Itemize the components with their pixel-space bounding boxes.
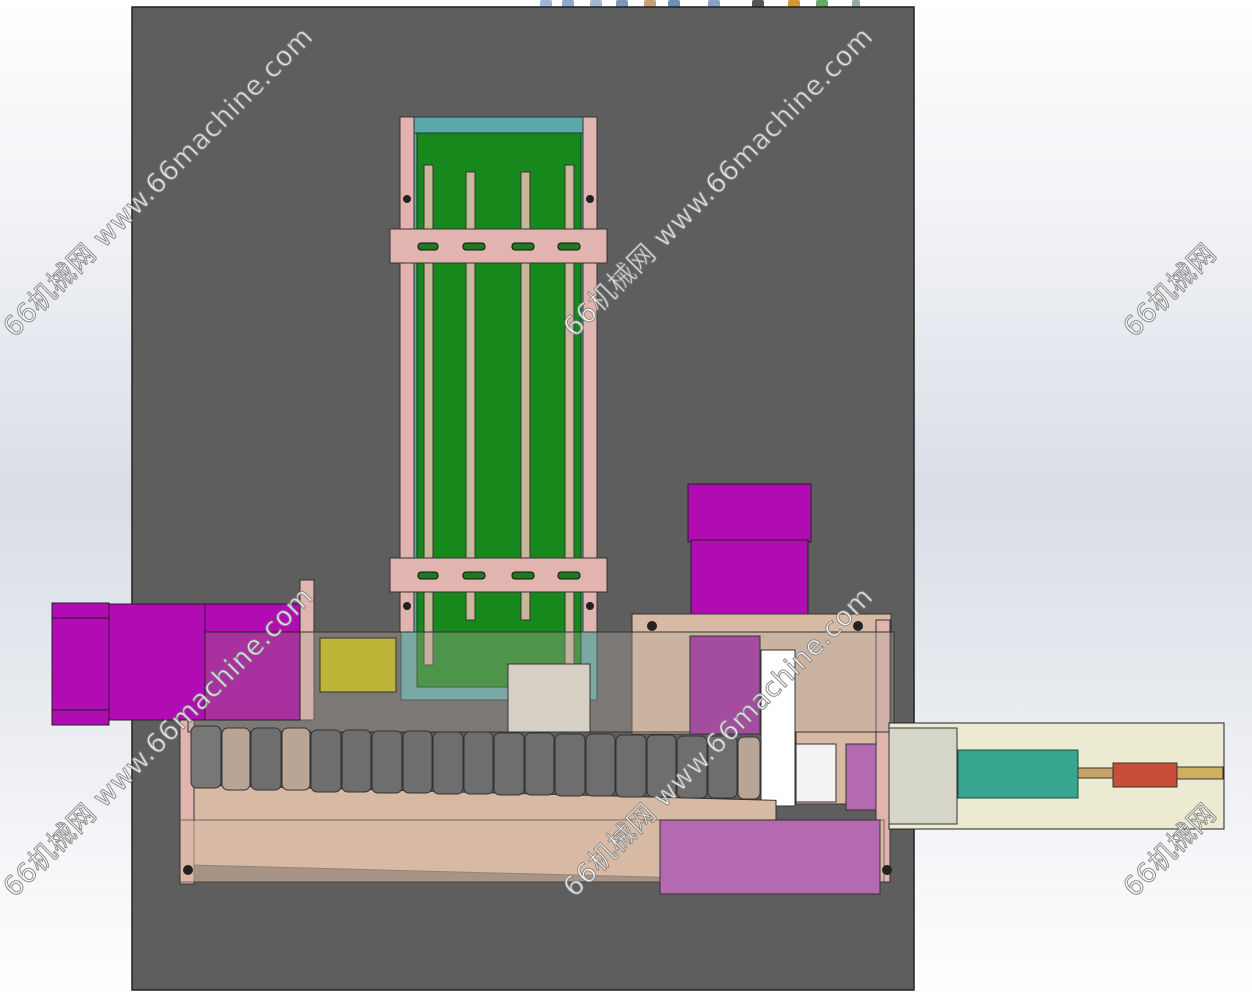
sensor	[319, 637, 397, 693]
side-plate-right	[582, 116, 598, 633]
side-plate-left	[399, 116, 415, 633]
belt-conveyor	[389, 116, 608, 701]
conveyor-belt	[416, 131, 582, 688]
cylinder-tip	[1112, 762, 1178, 788]
pneumatic-cylinder	[888, 722, 1225, 830]
